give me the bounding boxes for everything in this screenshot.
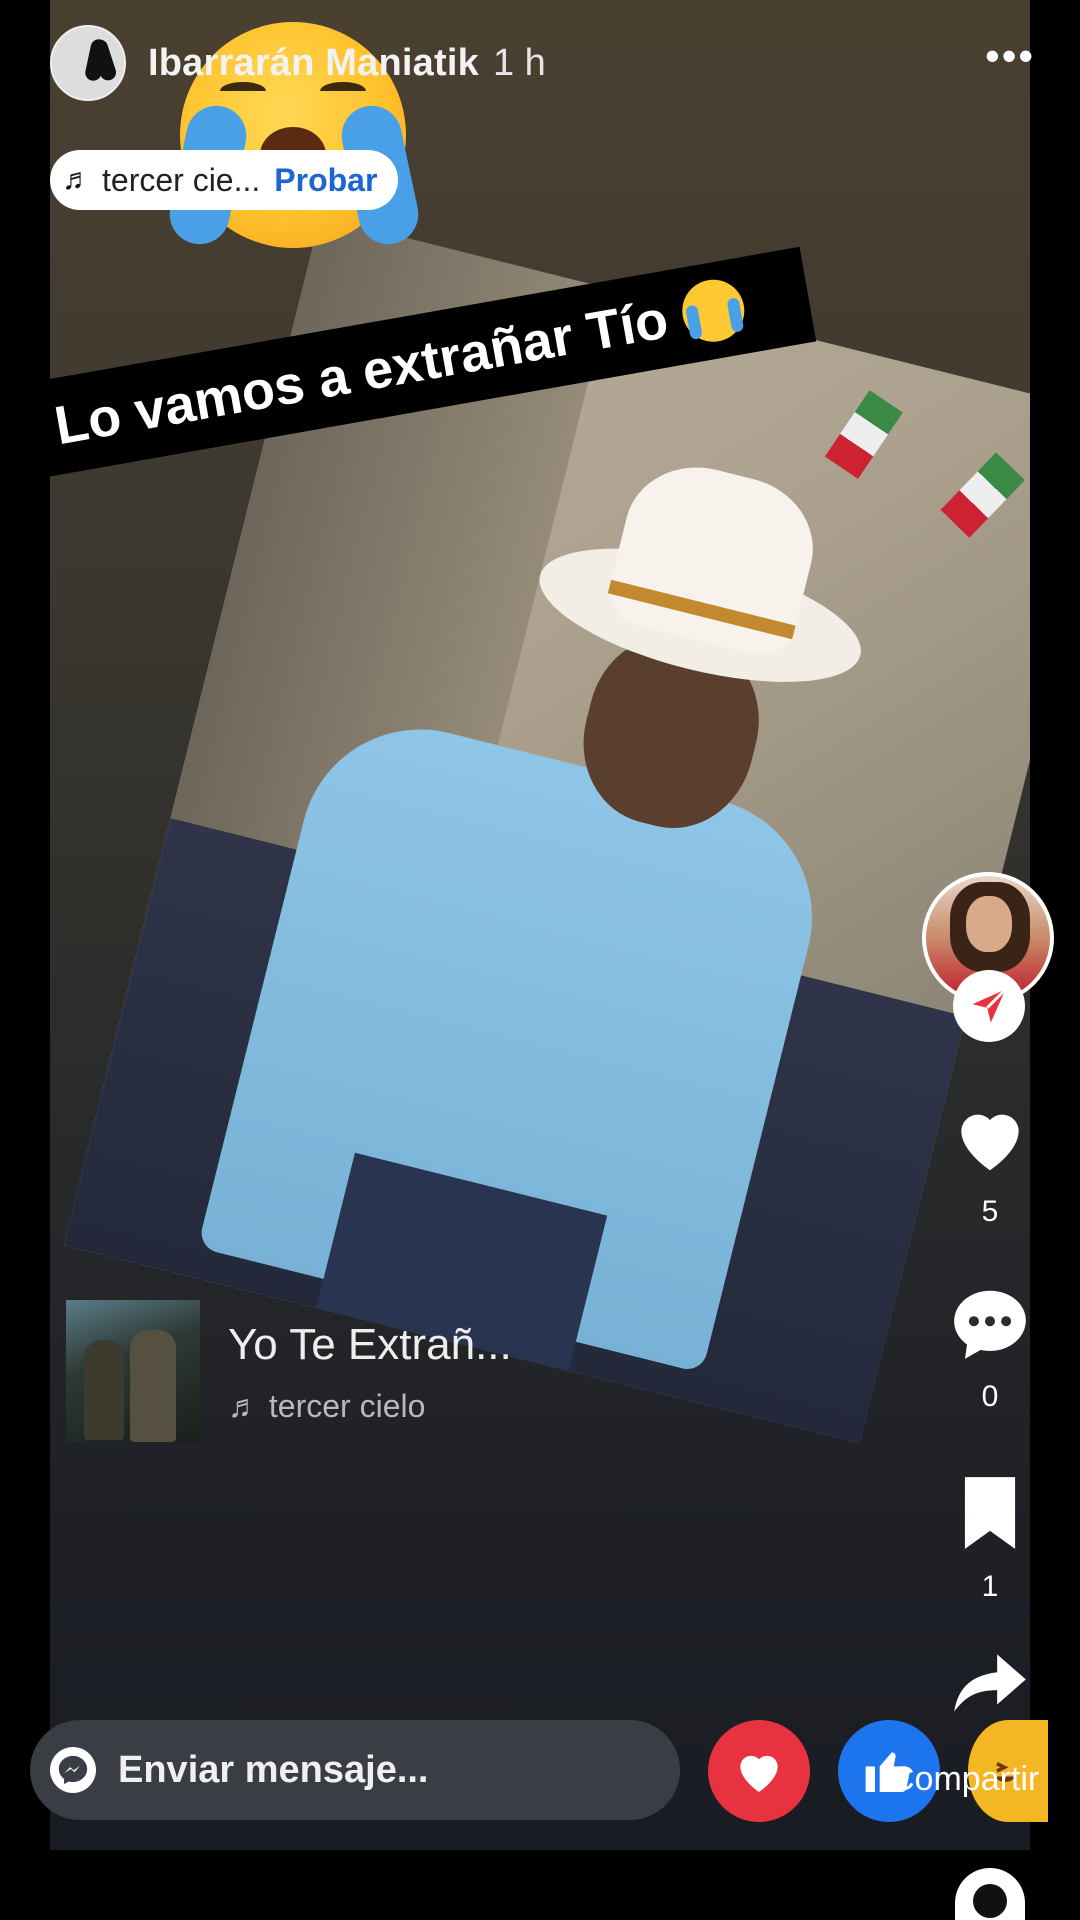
- save-button[interactable]: 1: [945, 1470, 1035, 1604]
- comment-button[interactable]: 0: [945, 1280, 1035, 1414]
- photo-flag: [824, 390, 903, 479]
- send-icon: [972, 988, 1007, 1023]
- album-cover-figure: [130, 1330, 176, 1442]
- message-bar[interactable]: [30, 1720, 680, 1820]
- comment-count: 0: [981, 1380, 999, 1413]
- save-count: 1: [981, 1570, 999, 1603]
- song-title: Yo Te Extrañ...: [228, 1320, 512, 1369]
- post-author[interactable]: Ibarrarán Maniatik 1 h: [50, 18, 546, 108]
- post-time: 1 h: [492, 41, 546, 84]
- love-reaction-button[interactable]: [708, 1720, 810, 1822]
- share-label[interactable]: Compartir: [890, 1760, 1039, 1799]
- share-button[interactable]: [945, 1640, 1035, 1726]
- song-info: Yo Te Extrañ... ♬ tercer cielo: [228, 1320, 512, 1425]
- crying-emoji-icon: [677, 274, 750, 347]
- music-chip-track: tercer cie...: [102, 161, 261, 198]
- song-artist: ♬ tercer cielo: [228, 1388, 512, 1425]
- try-music-button[interactable]: Probar: [274, 162, 377, 199]
- send-button[interactable]: [953, 970, 1025, 1042]
- song-card[interactable]: Yo Te Extrañ... ♬ tercer cielo: [66, 1300, 512, 1442]
- reel-viewer: [50, 0, 1030, 1850]
- author-name[interactable]: Ibarrarán Maniatik: [148, 42, 479, 85]
- like-count: 5: [981, 1195, 999, 1228]
- music-note-icon: ♬: [228, 1388, 260, 1424]
- message-input[interactable]: [118, 1748, 638, 1792]
- bookmark-icon: [964, 1477, 1016, 1549]
- messenger-icon: [50, 1747, 96, 1793]
- song-artist-name: tercer cielo: [268, 1388, 426, 1424]
- album-cover[interactable]: [66, 1300, 200, 1442]
- heart-icon: [961, 1114, 1019, 1171]
- avatar-face: [966, 896, 1012, 952]
- comment-icon: [954, 1290, 1026, 1359]
- share-arrow-icon: [954, 1654, 1026, 1712]
- album-cover-figure: [84, 1340, 124, 1440]
- author-avatar[interactable]: [50, 25, 126, 101]
- more-options-button[interactable]: •••: [985, 35, 1035, 77]
- app-mascot-icon: [955, 1868, 1025, 1920]
- music-note-icon: ♬: [62, 163, 92, 196]
- like-button[interactable]: 5: [945, 1095, 1035, 1229]
- photo-flag: [940, 452, 1025, 538]
- heart-icon: [740, 1755, 778, 1792]
- music-chip[interactable]: ♬ tercer cie... Probar: [50, 150, 398, 210]
